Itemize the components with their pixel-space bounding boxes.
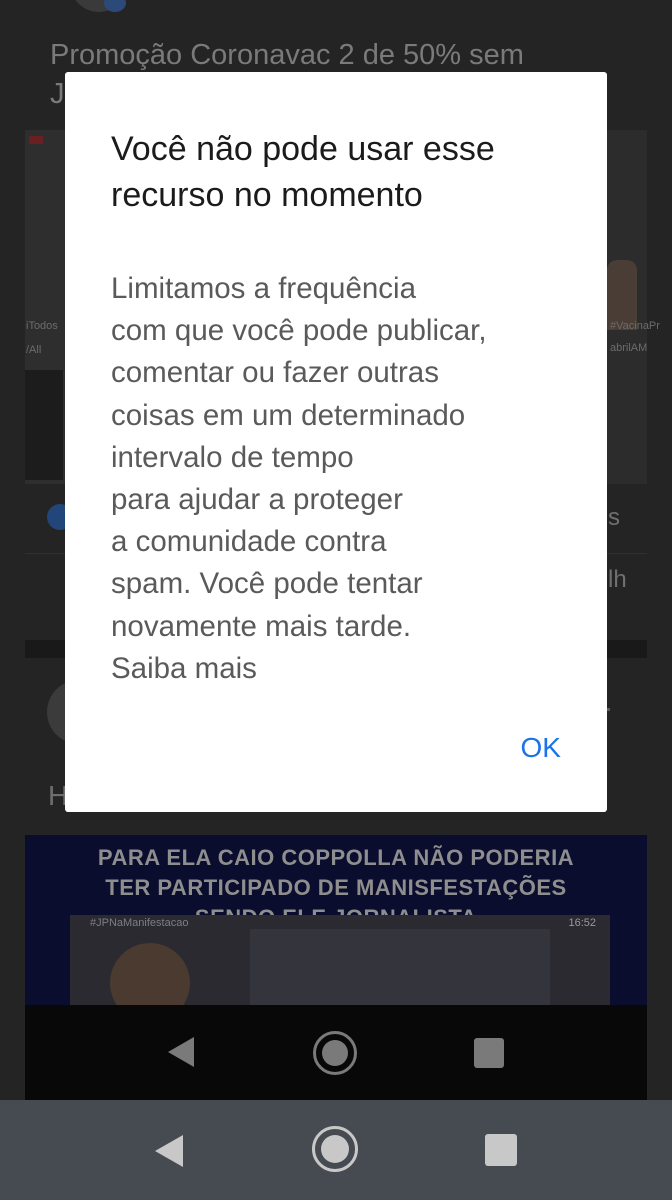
dialog-title: Você não pode usar esse recurso no momen… bbox=[111, 130, 495, 214]
home-circle-inner bbox=[322, 1040, 348, 1066]
dialog-message-line: novamente mais tarde. bbox=[111, 609, 412, 643]
background-building bbox=[250, 929, 550, 1007]
learn-more-link[interactable]: Saiba mais bbox=[111, 648, 581, 690]
back-triangle-icon[interactable] bbox=[168, 1037, 194, 1067]
presenter-head bbox=[110, 943, 190, 1007]
home-circle-inner bbox=[321, 1135, 349, 1163]
system-navigation-bar bbox=[0, 1100, 672, 1200]
inner-navigation-bar bbox=[25, 1005, 647, 1100]
post-video-right-edge[interactable] bbox=[607, 130, 647, 484]
action-label-tail: lh bbox=[608, 566, 627, 593]
rate-limit-dialog: Você não pode usar esse recurso no momen… bbox=[65, 72, 607, 812]
recents-square-icon[interactable] bbox=[485, 1134, 517, 1166]
post-title-continuation: J bbox=[50, 78, 65, 110]
video-overlay-text: iTodos bbox=[26, 320, 58, 332]
dialog-message-line: com que você pode publicar, bbox=[111, 314, 487, 348]
video-thumbnail[interactable]: PARA ELA CAIO COPPOLLA NÃO PODERIA TER P… bbox=[25, 835, 647, 1007]
video-overlay-text: abrilAM bbox=[610, 342, 648, 354]
thumbnail-timecode: 16:52 bbox=[568, 917, 596, 929]
reaction-count-tail: s bbox=[608, 504, 620, 531]
thumbnail-hashtag: #JPNaManifestacao bbox=[90, 917, 189, 929]
post-video-left-edge[interactable] bbox=[25, 130, 65, 484]
video-overlay-text: /All bbox=[26, 344, 42, 356]
recents-square-icon[interactable] bbox=[474, 1038, 504, 1068]
post-title: Promoção Coronavac 2 de 50% sem bbox=[50, 39, 524, 71]
dialog-message-line: intervalo de tempo bbox=[111, 440, 354, 474]
back-triangle-icon[interactable] bbox=[155, 1135, 183, 1167]
thumbnail-caption-line: TER PARTICIPADO DE MANISFESTAÇÕES bbox=[105, 875, 567, 900]
video-person bbox=[25, 370, 63, 480]
dialog-message: Limitamos a frequência com que você pode… bbox=[111, 268, 581, 690]
dialog-message-line: coisas em um determinado bbox=[111, 398, 466, 432]
thumbnail-video-frame: #JPNaManifestacao 16:52 bbox=[70, 915, 610, 1007]
thumbnail-caption-line: PARA ELA CAIO COPPOLLA NÃO PODERIA bbox=[97, 845, 575, 870]
dialog-message-line: para ajudar a proteger bbox=[111, 483, 403, 517]
video-overlay-text: #VacinaPr bbox=[610, 320, 660, 332]
dialog-message-line: spam. Você pode tentar bbox=[111, 567, 423, 601]
dialog-message-line: comentar ou fazer outras bbox=[111, 356, 439, 390]
dialog-message-line: Limitamos a frequência bbox=[111, 272, 416, 305]
dialog-message-line: a comunidade contra bbox=[111, 525, 387, 559]
ok-button[interactable]: OK bbox=[521, 732, 561, 764]
channel-logo bbox=[29, 136, 43, 144]
